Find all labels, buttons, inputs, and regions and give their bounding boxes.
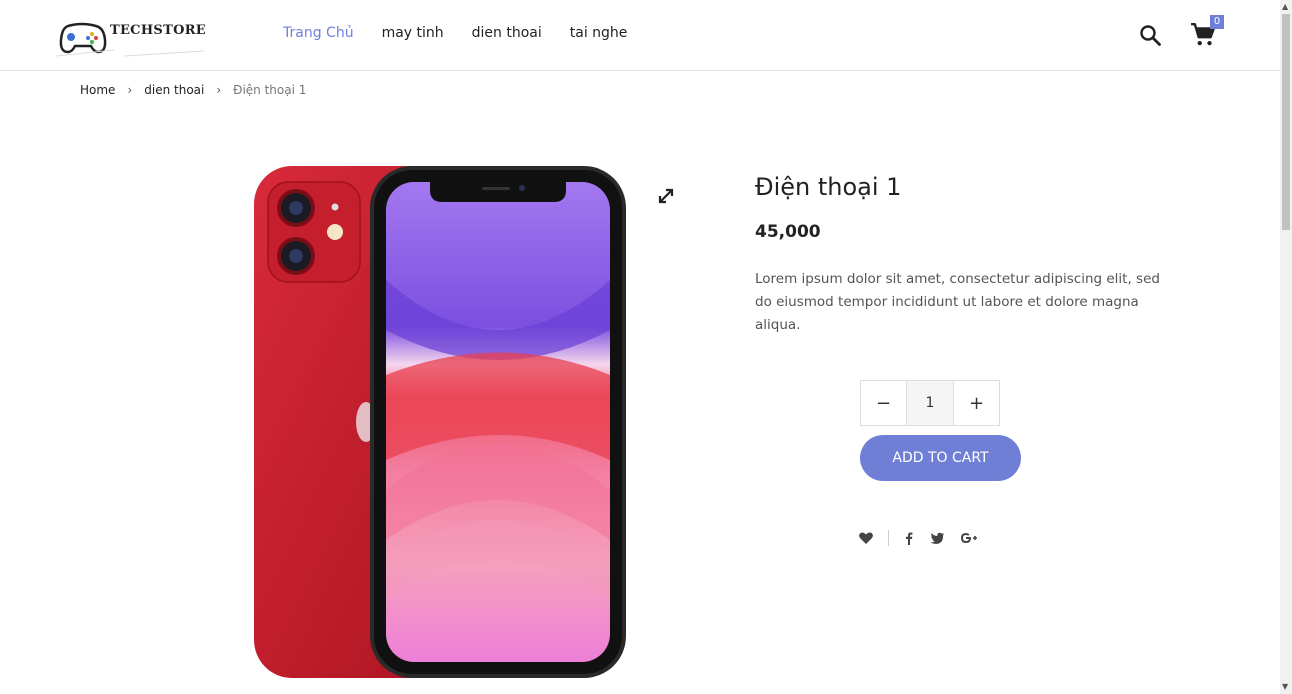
product-description: Lorem ipsum dolor sit amet, consectetur … — [755, 271, 1160, 333]
quantity-decrease-button[interactable]: − — [861, 381, 906, 425]
actions-divider — [888, 530, 889, 546]
brand-name: TECHSTORE — [110, 23, 207, 38]
quantity-stepper: − 1 + — [860, 380, 1000, 426]
nav-item-may-tinh[interactable]: may tinh — [382, 25, 444, 41]
product-actions — [858, 530, 981, 546]
product-price: 45,000 — [755, 222, 821, 242]
search-icon[interactable] — [1138, 23, 1162, 47]
logo-swoosh — [55, 49, 205, 57]
facebook-icon[interactable] — [901, 530, 917, 546]
main-nav: Trang Chủ may tinh dien thoai tai nghe — [283, 25, 627, 41]
scrollbar-thumb[interactable] — [1282, 14, 1290, 230]
quantity-input[interactable]: 1 — [906, 381, 954, 425]
add-to-cart-button[interactable]: ADD TO CART — [860, 435, 1021, 481]
breadcrumb-chevron-icon: › — [216, 83, 222, 97]
product-image[interactable] — [250, 160, 630, 685]
google-plus-icon[interactable] — [959, 530, 981, 546]
quantity-increase-button[interactable]: + — [954, 381, 999, 425]
breadcrumb: Home › dien thoai › Điện thoại 1 — [80, 83, 306, 97]
breadcrumb-current: Điện thoại 1 — [233, 83, 307, 97]
product-title: Điện thoại 1 — [755, 173, 902, 201]
nav-item-tai-nghe[interactable]: tai nghe — [570, 25, 628, 41]
scroll-up-arrow-icon[interactable]: ▲ — [1282, 2, 1288, 11]
site-header: TECHSTORE Trang Chủ may tinh dien thoai … — [0, 0, 1280, 71]
scroll-down-arrow-icon[interactable]: ▼ — [1282, 682, 1288, 691]
nav-item-trang-chu[interactable]: Trang Chủ — [283, 25, 354, 41]
site-logo[interactable]: TECHSTORE — [55, 20, 218, 60]
breadcrumb-home[interactable]: Home — [80, 83, 115, 97]
page-scrollbar[interactable]: ▲ ▼ — [1280, 0, 1292, 694]
twitter-icon[interactable] — [929, 530, 945, 546]
cart-count-badge: 0 — [1210, 15, 1224, 29]
expand-icon[interactable] — [656, 186, 676, 206]
breadcrumb-category[interactable]: dien thoai — [144, 83, 204, 97]
heart-icon[interactable] — [858, 530, 874, 546]
nav-item-dien-thoai[interactable]: dien thoai — [472, 25, 542, 41]
breadcrumb-chevron-icon: › — [127, 83, 133, 97]
